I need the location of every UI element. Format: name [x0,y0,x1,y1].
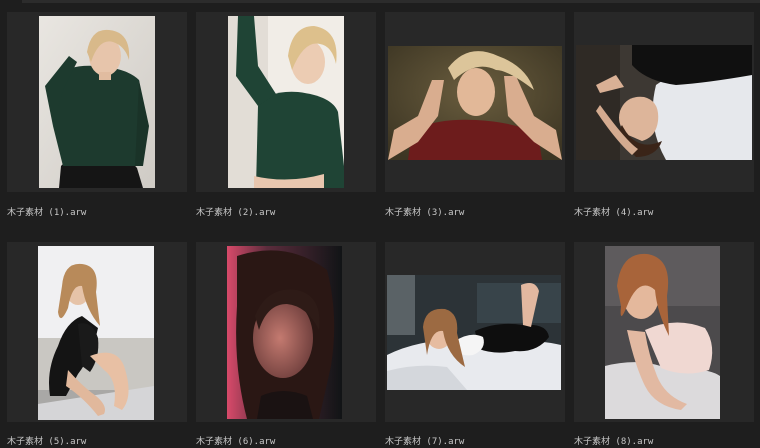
thumbnail-grid: 木子素材 (1).arw 木子素材 (2).arw 木子素材 (3).arw 木… [0,0,760,448]
thumbnail-cell[interactable] [385,242,565,422]
thumbnail-cell[interactable] [574,242,754,422]
thumbnail-image[interactable] [605,246,720,419]
thumbnail-cell[interactable] [574,12,754,192]
thumbnail-caption: 木子素材 (4).arw [574,208,654,218]
thumbnail-image[interactable] [227,246,342,419]
thumbnail-image[interactable] [576,45,752,160]
thumbnail-caption: 木子素材 (6).arw [196,437,276,447]
thumbnail-cell[interactable] [196,242,376,422]
thumbnail-caption: 木子素材 (2).arw [196,208,276,218]
thumbnail-image[interactable] [228,16,344,188]
thumbnail-image[interactable] [388,46,562,160]
thumbnail-caption: 木子素材 (8).arw [574,437,654,447]
thumbnail-cell[interactable] [7,242,187,422]
thumbnail-caption: 木子素材 (3).arw [385,208,465,218]
thumbnail-caption: 木子素材 (5).arw [7,437,87,447]
thumbnail-cell[interactable] [196,12,376,192]
thumbnail-caption: 木子素材 (7).arw [385,437,465,447]
thumbnail-image[interactable] [38,246,154,420]
thumbnail-image[interactable] [39,16,155,188]
thumbnail-image[interactable] [387,275,561,390]
thumbnail-caption: 木子素材 (1).arw [7,208,87,218]
thumbnail-cell[interactable] [7,12,187,192]
thumbnail-cell[interactable] [385,12,565,192]
